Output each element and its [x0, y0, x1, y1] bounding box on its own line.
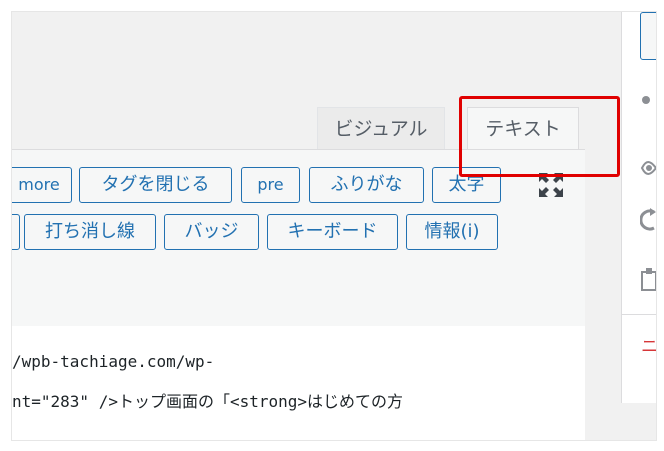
strikethrough-button[interactable]: 打ち消し線 — [24, 214, 156, 250]
highlight-box — [459, 96, 620, 177]
text-editor: ビジュアル テキスト more タグを閉じる pre ふりがな 太字 打ち消し線… — [12, 12, 585, 440]
tab-visual[interactable]: ビジュアル — [317, 107, 445, 149]
revisions-icon — [640, 208, 656, 231]
sidebar-divider — [622, 314, 656, 315]
screenshot-frame: ビジュアル テキスト more タグを閉じる pre ふりがな 太字 打ち消し線… — [12, 12, 656, 440]
close-tags-button[interactable]: タグを閉じる — [79, 167, 232, 203]
furigana-button[interactable]: ふりがな — [309, 167, 424, 203]
keyboard-button[interactable]: キーボード — [267, 214, 398, 250]
eye-icon — [640, 161, 656, 175]
more-button[interactable]: more — [12, 167, 72, 203]
publish-sidebar: ニ — [585, 12, 656, 440]
clipboard-icon — [641, 268, 656, 291]
content-line-2: nt="283" />トップ画面の「<strong>はじめての方 — [12, 392, 404, 411]
badge-button[interactable]: バッジ — [164, 214, 259, 250]
sidebar-red-text[interactable]: ニ — [641, 332, 656, 357]
info-button[interactable]: 情報(i) — [406, 214, 498, 250]
pre-button[interactable]: pre — [241, 167, 300, 203]
sidebar-button[interactable] — [640, 12, 656, 60]
cut-off-button[interactable] — [12, 214, 20, 250]
dot-icon — [642, 96, 650, 104]
editor-content[interactable]: /wpb-tachiage.com/wp- nt="283" />トップ画面の「… — [12, 326, 585, 440]
content-line-1: /wpb-tachiage.com/wp- — [12, 352, 215, 371]
